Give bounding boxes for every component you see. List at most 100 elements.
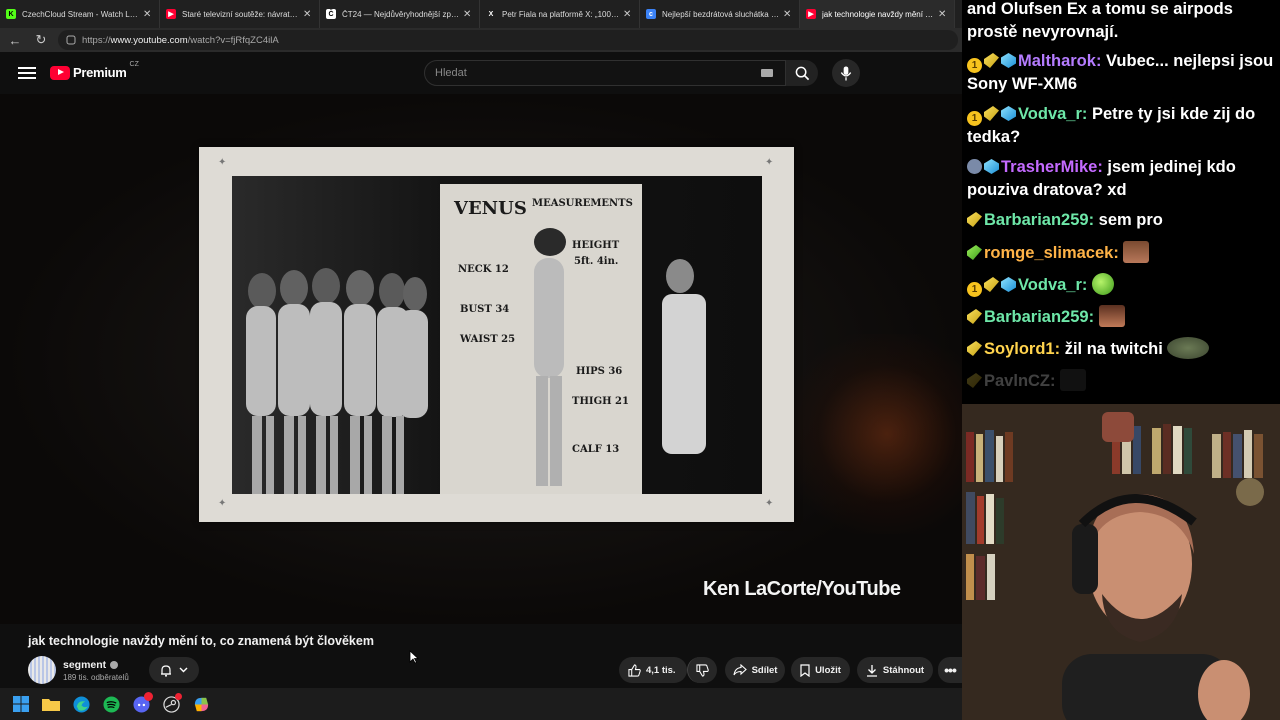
browser-window: K CzechCloud Stream - Watch Live o ✕ ▶ S… xyxy=(0,0,962,688)
edge-browser-icon[interactable] xyxy=(71,694,91,714)
chat-separator: : xyxy=(1081,276,1092,294)
share-button[interactable]: Sdílet xyxy=(725,657,785,683)
background-glow xyxy=(772,334,962,534)
keyboard-icon[interactable] xyxy=(761,69,773,77)
verified-icon xyxy=(110,660,119,669)
chat-username[interactable]: TrasherMike xyxy=(1001,158,1097,176)
coin-badge-icon: 1 xyxy=(967,58,982,73)
more-actions-button[interactable]: ••• xyxy=(938,657,962,683)
gear-badge-icon xyxy=(967,159,982,174)
chat-username[interactable]: romge_slimacek xyxy=(984,244,1113,262)
tab-label: CzechCloud Stream - Watch Live o xyxy=(22,9,139,19)
chat-username[interactable]: Soylord1 xyxy=(984,340,1055,358)
hype-badge-icon xyxy=(967,212,982,227)
bookmark-icon xyxy=(800,663,810,677)
gem-badge-icon xyxy=(1001,277,1016,292)
thumbs-down-icon xyxy=(696,663,709,677)
subscription-bell-button[interactable] xyxy=(148,657,199,683)
spotify-icon[interactable] xyxy=(101,694,121,714)
channel-avatar[interactable] xyxy=(28,656,56,684)
tab-label: Staré televizní soutěže: návrat do xyxy=(182,9,299,19)
tab-label: Petr Fiala na platformě X: „100 dní xyxy=(502,9,619,19)
microphone-icon xyxy=(840,65,852,81)
search-placeholder: Hledat xyxy=(435,67,467,79)
channel-row: segment 189 tis. odběratelů xyxy=(28,656,199,684)
chat-message: PavlnCZ: xyxy=(967,369,1277,393)
close-icon[interactable]: ✕ xyxy=(623,9,633,20)
chat-text: žil na twitchi xyxy=(1064,340,1163,358)
url-field[interactable]: https://www.youtube.com/watch?v=fjRfqZC4… xyxy=(58,30,958,50)
back-button[interactable]: ← xyxy=(4,30,26,50)
chat-username[interactable]: Maltharok xyxy=(1018,52,1096,70)
chat-separator: : xyxy=(1097,158,1108,176)
chat-separator: : xyxy=(1113,244,1124,262)
download-icon xyxy=(866,664,877,677)
close-icon[interactable]: ✕ xyxy=(143,9,153,20)
url-prefix: https:// xyxy=(82,34,111,46)
file-explorer-icon[interactable] xyxy=(41,694,61,714)
dislike-button[interactable] xyxy=(687,657,717,683)
youtube-logo[interactable]: Premium CZ xyxy=(50,61,139,80)
frog-emote-icon xyxy=(1167,337,1210,359)
chevron-down-icon xyxy=(179,667,188,673)
taskbar xyxy=(0,688,962,720)
tab-x-fiala[interactable]: X Petr Fiala na platformě X: „100 dní ✕ xyxy=(480,0,640,28)
chat-text: sem pro xyxy=(1098,211,1163,229)
chat-message: Soylord1: žil na twitchi xyxy=(967,337,1277,361)
pin-icon: ✦ xyxy=(765,157,774,168)
discord-icon[interactable] xyxy=(131,692,153,714)
search-button[interactable] xyxy=(786,60,818,86)
tab-active-video[interactable]: ▶ jak technologie navždy mění to, co ✕ xyxy=(800,0,955,28)
gem-badge-icon xyxy=(1001,106,1016,121)
reload-button[interactable]: ↻ xyxy=(30,30,52,50)
site-info-icon[interactable] xyxy=(66,35,76,45)
chat-username[interactable]: Vodva_r xyxy=(1018,105,1082,123)
search-input[interactable]: Hledat xyxy=(424,60,786,86)
share-label: Sdílet xyxy=(751,664,778,676)
address-bar: ← ↻ https://www.youtube.com/watch?v=fjRf… xyxy=(0,28,962,52)
voice-search-button[interactable] xyxy=(832,59,860,87)
chat-username[interactable]: Barbarian259 xyxy=(984,211,1089,229)
like-button[interactable]: 4,1 tis. xyxy=(619,657,687,683)
screen: K CzechCloud Stream - Watch Live o ✕ ▶ S… xyxy=(0,0,1280,720)
chat-message: 1 Vodva_r: Petre ty jsi kde zij do tedka? xyxy=(967,103,1277,149)
emote-icon xyxy=(1060,369,1087,391)
gem-badge-icon xyxy=(1001,53,1016,68)
save-label: Uložit xyxy=(815,664,841,676)
windows-start-icon[interactable] xyxy=(11,694,31,714)
close-icon[interactable]: ✕ xyxy=(783,9,793,20)
close-icon[interactable]: ✕ xyxy=(463,9,473,20)
chat-username[interactable]: Barbarian259 xyxy=(984,308,1089,326)
tab-sluchatka[interactable]: c Nejlepší bezdrátová sluchátka 202 ✕ xyxy=(640,0,800,28)
close-icon[interactable]: ✕ xyxy=(303,9,313,20)
video-player[interactable]: ✦ ✦ ✦ ✦ VENUS MEASUREMENTS NECK 12 BUST … xyxy=(0,94,962,624)
gem-badge-icon xyxy=(984,159,999,174)
chat-separator: : xyxy=(1088,211,1099,229)
youtube-icon: ▶ xyxy=(166,9,176,19)
mouse-cursor-icon xyxy=(409,650,419,664)
chat-message: Barbarian259: sem pro xyxy=(967,209,1277,232)
hype-badge-icon xyxy=(967,341,982,356)
close-icon[interactable]: ✕ xyxy=(938,9,948,20)
chat-username[interactable]: PavlnCZ xyxy=(984,372,1050,390)
ct-icon: Č xyxy=(326,9,336,19)
archival-photo: VENUS MEASUREMENTS NECK 12 BUST 34 WAIST… xyxy=(232,176,762,494)
chat-username[interactable]: Vodva_r xyxy=(1018,276,1082,294)
tab-ct24[interactable]: Č ČT24 — Nejdůvěryhodnější zprav ✕ xyxy=(320,0,480,28)
url-path: /watch?v=fjRfqZC4ilA xyxy=(187,34,279,46)
channel-name[interactable]: segment xyxy=(63,659,129,671)
hype-badge-icon xyxy=(984,106,999,121)
tab-czechcloud[interactable]: K CzechCloud Stream - Watch Live o ✕ xyxy=(0,0,160,28)
youtube-play-icon xyxy=(50,65,70,80)
channel-name-text: segment xyxy=(63,658,107,671)
tab-stare-souteze[interactable]: ▶ Staré televizní soutěže: návrat do ✕ xyxy=(160,0,320,28)
download-button[interactable]: Stáhnout xyxy=(857,657,933,683)
coin-badge-icon: 1 xyxy=(967,111,982,126)
steam-icon[interactable] xyxy=(161,693,182,714)
youtube-icon: ▶ xyxy=(806,9,816,19)
copilot-icon[interactable] xyxy=(191,694,211,714)
tab-label: jak technologie navždy mění to, co xyxy=(822,9,934,19)
save-button[interactable]: Uložit xyxy=(791,657,850,683)
youtube-header: Premium CZ Hledat xyxy=(0,52,962,94)
menu-icon[interactable] xyxy=(18,64,36,80)
